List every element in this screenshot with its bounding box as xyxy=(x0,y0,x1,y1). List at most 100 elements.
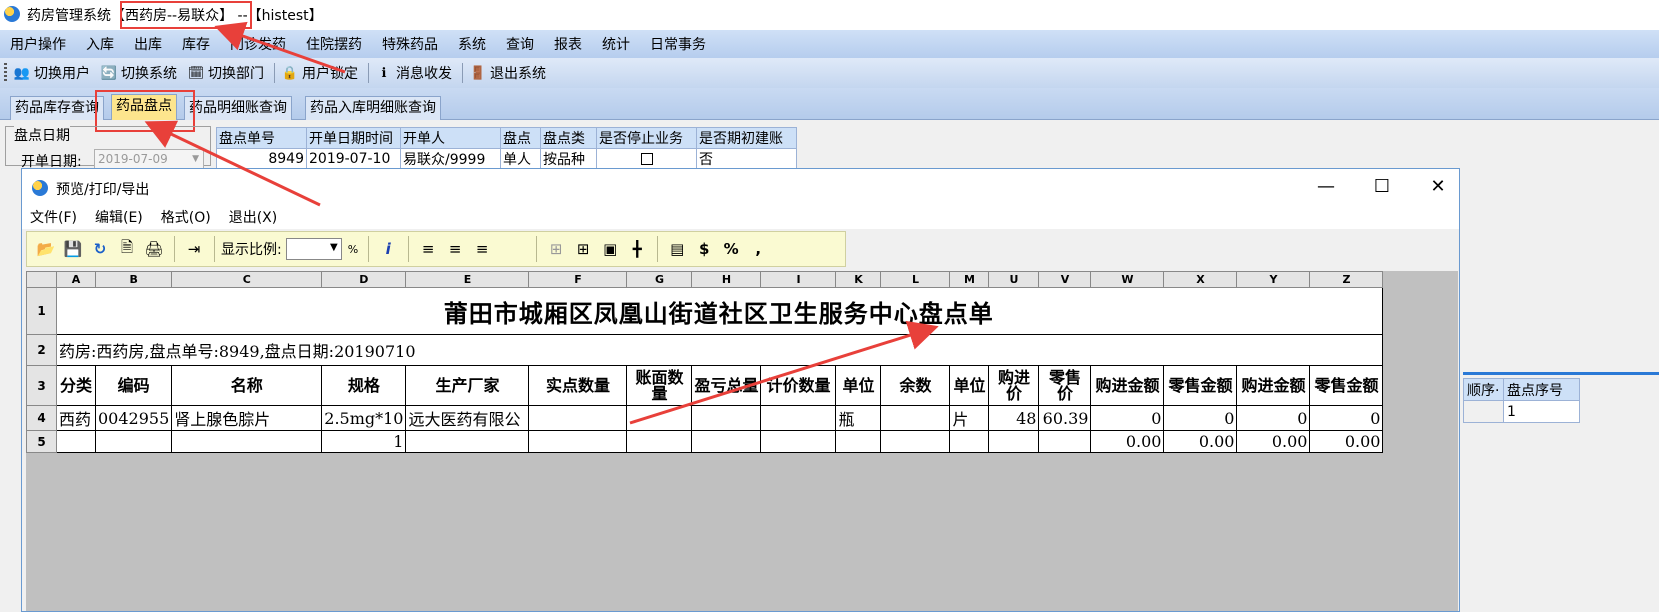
border-all-icon[interactable]: ⊞ xyxy=(570,236,596,262)
data-cell[interactable] xyxy=(94,430,173,453)
data-cell[interactable]: 0 xyxy=(1163,405,1238,431)
data-cell[interactable]: 瓶 xyxy=(835,405,882,431)
grid-cell[interactable]: 单人 xyxy=(500,148,541,170)
currency-icon[interactable]: $ xyxy=(691,236,717,262)
data-cell[interactable]: 0.00 xyxy=(1236,430,1311,453)
data-cell[interactable] xyxy=(171,430,323,453)
grid-header[interactable]: 盘点类 xyxy=(540,127,597,149)
data-cell[interactable] xyxy=(835,430,882,453)
column-header[interactable]: D xyxy=(321,271,407,288)
header-cell[interactable]: 生产厂家 xyxy=(405,365,530,406)
menu-exit[interactable]: 退出(X) xyxy=(229,207,278,227)
menu-daily[interactable]: 日常事务 xyxy=(650,34,706,54)
data-cell[interactable] xyxy=(528,430,628,453)
minimize-button[interactable]: — xyxy=(1311,175,1341,199)
menu-outpatient[interactable]: 门诊发药 xyxy=(230,34,286,54)
column-header[interactable]: X xyxy=(1163,271,1238,288)
menu-reports[interactable]: 报表 xyxy=(554,34,582,54)
column-header[interactable]: Z xyxy=(1309,271,1384,288)
data-cell[interactable] xyxy=(880,430,951,453)
header-cell[interactable]: 编码 xyxy=(94,365,173,406)
data-cell[interactable] xyxy=(691,405,762,431)
data-cell[interactable]: 2.5mg*10 xyxy=(321,405,407,431)
header-cell[interactable]: 单位 xyxy=(835,365,882,406)
header-cell[interactable]: 分类 xyxy=(56,365,96,406)
data-cell[interactable] xyxy=(988,430,1040,453)
table-row[interactable]: 8949 2019-07-10 易联众/9999 单人 按品种 否 xyxy=(216,148,797,170)
column-header[interactable]: E xyxy=(405,271,530,288)
menu-special-drugs[interactable]: 特殊药品 xyxy=(382,34,438,54)
data-cell[interactable] xyxy=(880,405,951,431)
grid-cell[interactable]: 按品种 xyxy=(540,148,597,170)
zoom-select[interactable] xyxy=(285,238,342,260)
switch-department-button[interactable]: 🗓 切换部门 xyxy=(187,63,264,83)
grid-cell[interactable]: 易联众/9999 xyxy=(400,148,501,170)
data-cell[interactable] xyxy=(691,430,762,453)
tab-stock-query[interactable]: 药品库存查询 xyxy=(10,96,104,120)
column-header[interactable]: W xyxy=(1090,271,1165,288)
data-cell[interactable]: 肾上腺色腙片 xyxy=(171,405,323,431)
menu-file[interactable]: 文件(F) xyxy=(30,207,77,227)
number-format-icon[interactable]: ▤ xyxy=(664,236,690,262)
menu-statistics[interactable]: 统计 xyxy=(602,34,630,54)
border-outer-icon[interactable]: ▣ xyxy=(597,236,623,262)
menu-edit[interactable]: 编辑(E) xyxy=(95,207,143,227)
data-cell[interactable] xyxy=(949,430,990,453)
table-row[interactable]: 1 xyxy=(1463,400,1580,423)
grid-header[interactable]: 是否期初建账 xyxy=(696,127,797,149)
open-date-picker[interactable]: 2019-07-09 xyxy=(94,149,204,169)
data-cell[interactable] xyxy=(626,430,693,453)
column-header[interactable]: B xyxy=(94,271,173,288)
column-header[interactable]: G xyxy=(626,271,693,288)
row-header[interactable]: 3 xyxy=(26,365,57,406)
data-cell[interactable]: 0 xyxy=(1090,405,1165,431)
column-header[interactable]: C xyxy=(171,271,323,288)
export-icon[interactable]: ⇥ xyxy=(181,236,207,262)
menu-stock-out[interactable]: 出库 xyxy=(134,34,162,54)
row-header[interactable]: 5 xyxy=(26,430,57,453)
column-header[interactable]: M xyxy=(949,271,990,288)
save-icon[interactable]: 💾 xyxy=(60,236,86,262)
print-icon[interactable]: 🖨 xyxy=(141,236,167,262)
percent-icon[interactable]: % xyxy=(718,236,744,262)
data-cell[interactable]: 0 xyxy=(1309,405,1384,431)
header-cell[interactable]: 零售金额 xyxy=(1309,365,1384,406)
column-header[interactable]: I xyxy=(760,271,837,288)
data-cell[interactable] xyxy=(760,405,837,431)
grid-cell[interactable]: 2019-07-10 xyxy=(306,148,401,170)
data-cell[interactable]: 60.39 xyxy=(1038,405,1092,431)
column-header[interactable]: Y xyxy=(1236,271,1311,288)
stop-business-checkbox[interactable] xyxy=(596,148,697,170)
align-center-icon[interactable]: ≡ xyxy=(442,236,468,262)
data-cell[interactable]: 0042955 xyxy=(94,405,173,431)
border-inner-icon[interactable]: ╋ xyxy=(624,236,650,262)
align-left-icon[interactable]: ≡ xyxy=(415,236,441,262)
data-cell[interactable]: 0.00 xyxy=(1309,430,1384,453)
grid-header[interactable]: 盘点 xyxy=(500,127,541,149)
switch-user-button[interactable]: 👥 切换用户 xyxy=(13,63,90,83)
column-header[interactable]: A xyxy=(56,271,96,288)
switch-system-button[interactable]: 🔄 切换系统 xyxy=(100,63,177,83)
column-header[interactable]: V xyxy=(1038,271,1092,288)
column-header[interactable]: L xyxy=(880,271,951,288)
align-right-icon[interactable]: ≡ xyxy=(469,236,495,262)
row-header[interactable]: 2 xyxy=(26,334,57,366)
data-cell[interactable] xyxy=(528,405,628,431)
grid-header[interactable]: 盘点单号 xyxy=(216,127,307,149)
grid-header[interactable]: 盘点序号 xyxy=(1503,378,1580,401)
grid-cell[interactable]: 8949 xyxy=(216,148,307,170)
grid-cell[interactable] xyxy=(1463,400,1504,423)
grid-header[interactable]: 开单日期时间 xyxy=(306,127,401,149)
grid-header[interactable]: 开单人 xyxy=(400,127,501,149)
close-button[interactable]: ✕ xyxy=(1423,175,1453,199)
column-header[interactable]: K xyxy=(835,271,882,288)
comma-icon[interactable]: , xyxy=(745,236,771,262)
menu-inpatient[interactable]: 住院摆药 xyxy=(306,34,362,54)
header-cell[interactable]: 零售价 xyxy=(1038,365,1092,406)
refresh-icon[interactable]: ↻ xyxy=(87,236,113,262)
header-cell[interactable]: 计价数量 xyxy=(760,365,837,406)
data-cell[interactable]: 西药 xyxy=(56,405,96,431)
data-cell[interactable]: 0.00 xyxy=(1090,430,1165,453)
row-header[interactable]: 4 xyxy=(26,405,57,431)
menu-query[interactable]: 查询 xyxy=(506,34,534,54)
